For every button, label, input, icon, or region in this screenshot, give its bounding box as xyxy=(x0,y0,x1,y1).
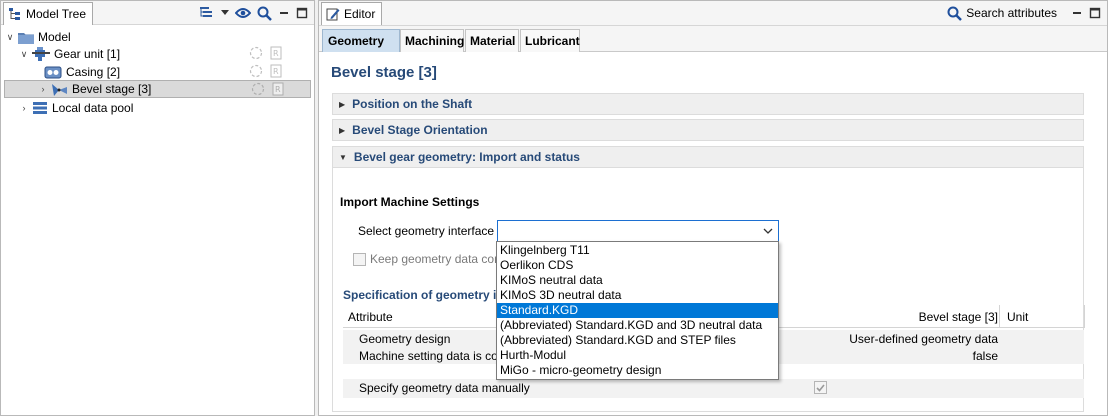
tree-item-model[interactable]: ∨ Model xyxy=(4,28,311,46)
specification-title: Specification of geometry i xyxy=(343,288,497,302)
eye-icon[interactable] xyxy=(235,4,251,22)
column-header-unit: Unit xyxy=(1007,310,1029,324)
editor-header: Editor Search attributes xyxy=(319,1,1107,26)
minimize-icon[interactable] xyxy=(278,4,290,22)
section-position-on-shaft[interactable]: ▶ Position on the Shaft xyxy=(332,93,1084,115)
keep-geometry-data-option[interactable]: Keep geometry data con xyxy=(353,252,501,266)
chevron-right-icon: ▶ xyxy=(339,125,346,135)
keep-geometry-label: Keep geometry data con xyxy=(370,252,501,266)
dropdown-option[interactable]: (Abbreviated) Standard.KGD and 3D neutra… xyxy=(497,318,778,333)
svg-text:R: R xyxy=(273,49,279,58)
editor-tab-bar: Geometry Machining Material Lubricant xyxy=(319,26,1107,52)
row-status-icons: R xyxy=(251,82,285,99)
column-header-attribute: Attribute xyxy=(348,310,393,324)
dropdown-option[interactable]: KIMoS 3D neutral data xyxy=(497,288,778,303)
page-title: Bevel stage [3] xyxy=(331,64,437,81)
tree-item-gear-unit[interactable]: ∨ Gear unit [1] R xyxy=(4,45,311,63)
column-divider xyxy=(1084,305,1085,328)
tree-item-label: Casing [2] xyxy=(66,65,121,79)
import-machine-settings-title: Import Machine Settings xyxy=(340,195,480,209)
model-tree-header: Model Tree xyxy=(1,1,314,25)
row-attribute: Geometry design xyxy=(359,332,451,346)
keep-geometry-checkbox[interactable] xyxy=(353,252,366,266)
editor-panel: Editor Search attributes Geometry Machin… xyxy=(318,0,1108,416)
report-icon: R xyxy=(269,46,283,63)
search-attributes-label: Search attributes xyxy=(966,6,1057,20)
section-label: Bevel gear geometry: Import and status xyxy=(353,150,580,164)
tree-item-label: Bevel stage [3] xyxy=(72,82,152,96)
calculation-status-icon xyxy=(249,64,263,81)
svg-text:R: R xyxy=(273,67,279,76)
tree-item-local-data-pool[interactable]: › Local data pool xyxy=(4,99,311,117)
geometry-interface-dropdown: Klingelnberg T11 Oerlikon CDS KIMoS neut… xyxy=(496,241,779,380)
row-status-icons: R xyxy=(249,64,283,81)
section-label: Position on the Shaft xyxy=(352,97,473,111)
search-attributes-button[interactable]: Search attributes xyxy=(947,4,1057,22)
folder-icon xyxy=(18,31,34,44)
dropdown-option[interactable]: MiGo - micro-geometry design xyxy=(497,363,778,378)
row-status-icons: R xyxy=(249,46,283,63)
gear-unit-icon xyxy=(32,47,50,61)
tree-item-label: Local data pool xyxy=(52,101,134,115)
dropdown-option[interactable]: (Abbreviated) Standard.KGD and STEP file… xyxy=(497,333,778,348)
dropdown-option[interactable]: Oerlikon CDS xyxy=(497,258,778,273)
row-attribute: Specify geometry data manually xyxy=(359,381,530,395)
chevron-down-icon: ▼ xyxy=(339,152,347,162)
chevron-down-icon[interactable]: ∨ xyxy=(4,32,16,43)
editor-tab-label: Editor xyxy=(344,7,376,21)
tree-icon xyxy=(8,5,22,23)
tab-lubricant[interactable]: Lubricant xyxy=(520,29,580,52)
tree-item-bevel-stage[interactable]: › Bevel stage [3] R xyxy=(4,80,311,98)
dropdown-option[interactable]: Hurth-Modul xyxy=(497,348,778,363)
calculation-status-icon xyxy=(249,46,263,63)
calculation-status-icon xyxy=(251,82,265,99)
section-bevel-stage-orientation[interactable]: ▶ Bevel Stage Orientation xyxy=(332,119,1084,141)
section-bevel-gear-geometry[interactable]: ▼ Bevel gear geometry: Import and status xyxy=(332,146,1084,168)
editor-tab[interactable]: Editor xyxy=(321,2,383,25)
chevron-right-icon[interactable]: › xyxy=(39,84,47,94)
model-tree-toolbar xyxy=(199,3,308,23)
dropdown-option[interactable]: Klingelnberg T11 xyxy=(497,243,778,258)
row-attribute: Machine setting data is co xyxy=(359,349,498,363)
model-tree-tab-label: Model Tree xyxy=(26,7,87,21)
specify-geometry-checkbox[interactable] xyxy=(814,381,827,394)
tab-geometry[interactable]: Geometry xyxy=(322,29,400,52)
dropdown-option[interactable]: KIMoS neutral data xyxy=(497,273,778,288)
minimize-icon[interactable] xyxy=(1071,4,1083,22)
svg-text:R: R xyxy=(275,85,281,94)
section-label: Bevel Stage Orientation xyxy=(352,123,488,137)
tree-item-label: Model xyxy=(38,30,71,44)
chevron-down-icon[interactable]: ∨ xyxy=(18,49,30,60)
tree-item-casing[interactable]: Casing [2] R xyxy=(4,63,311,81)
editor-toolbar: Search attributes xyxy=(947,3,1101,23)
row-value[interactable]: false xyxy=(973,349,998,363)
model-tree-tab[interactable]: Model Tree xyxy=(3,2,94,25)
chevron-down-icon[interactable] xyxy=(758,221,778,241)
maximize-icon[interactable] xyxy=(296,4,308,22)
row-value[interactable]: User-defined geometry data xyxy=(849,332,998,346)
maximize-icon[interactable] xyxy=(1089,4,1101,22)
select-geometry-interface-label: Select geometry interface xyxy=(358,224,495,238)
data-pool-icon xyxy=(32,101,48,115)
edit-icon xyxy=(326,5,340,23)
search-icon xyxy=(947,6,963,21)
model-tree-panel: Model Tree ∨ Model ∨ Gear unit [1] R Cas… xyxy=(0,0,315,416)
tab-machining[interactable]: Machining xyxy=(400,29,464,52)
search-icon[interactable] xyxy=(257,4,272,22)
column-header-value: Bevel stage [3] xyxy=(918,310,998,324)
casing-icon xyxy=(44,65,62,79)
tree-item-label: Gear unit [1] xyxy=(54,47,121,61)
table-row: Specify geometry data manually xyxy=(343,379,1084,398)
tab-material[interactable]: Material xyxy=(465,29,519,52)
dropdown-option-highlighted[interactable]: Standard.KGD xyxy=(497,303,778,318)
hierarchy-icon[interactable] xyxy=(199,4,215,22)
chevron-right-icon: ▶ xyxy=(339,99,346,109)
geometry-interface-select[interactable] xyxy=(497,220,779,242)
chevron-right-icon[interactable]: › xyxy=(18,103,30,113)
report-icon: R xyxy=(269,64,283,81)
bevel-gear-icon xyxy=(50,82,68,97)
report-icon: R xyxy=(271,82,285,99)
column-divider xyxy=(999,305,1000,328)
chevron-down-icon[interactable] xyxy=(221,4,229,22)
